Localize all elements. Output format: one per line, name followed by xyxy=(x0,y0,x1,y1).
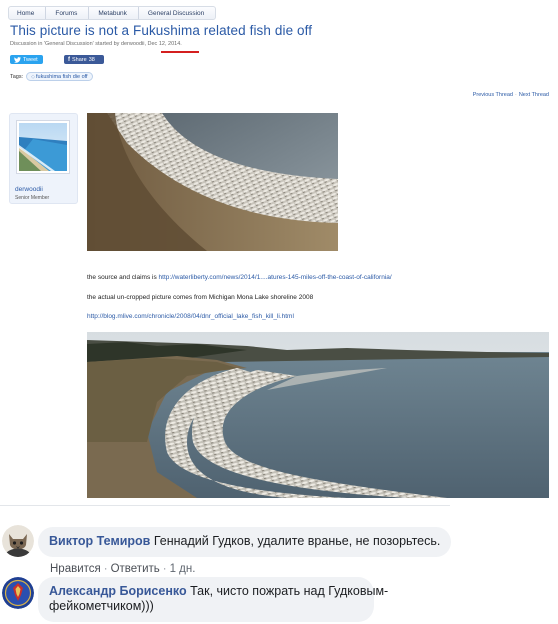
mlive-link[interactable]: http://blog.mlive.com/chronicle/2008/04/… xyxy=(87,313,294,320)
next-thread-link[interactable]: Next Thread xyxy=(519,92,549,98)
comment-text: Геннадий Гудков, удалите враньe, не позо… xyxy=(153,534,441,548)
post-author-title: Senior Member xyxy=(15,195,50,201)
breadcrumb-general-discussion[interactable]: General Discussion xyxy=(139,7,215,19)
post-author-name[interactable]: derwoodii xyxy=(15,186,43,193)
thread-meta-prefix: Discussion in 'General Discussion' start… xyxy=(10,41,146,47)
facebook-share-button[interactable]: f Share 38 xyxy=(64,55,104,64)
tweet-label: Tweet xyxy=(23,56,38,63)
date-highlight-underline xyxy=(161,51,199,53)
breadcrumb-forums[interactable]: Forums xyxy=(46,7,90,19)
source-link[interactable]: http://waterliberty.com/news/2014/1....a… xyxy=(159,274,392,281)
comment-text-line1: Так, чисто пожрать над Гудковым- xyxy=(190,584,389,598)
comment-2: Александр Борисенко Так, чисто пожрать н… xyxy=(0,573,450,624)
comment-author[interactable]: Виктор Темиров xyxy=(49,534,150,548)
tag-label: fukushima fish die off xyxy=(36,73,88,80)
post-uncropped-text: the actual un-cropped picture comes from… xyxy=(87,294,314,301)
avatar[interactable] xyxy=(2,577,34,609)
breadcrumb-home[interactable]: Home xyxy=(9,7,47,19)
tag-chip[interactable]: ◇ fukushima fish die off xyxy=(26,72,93,81)
facebook-share-count: 38 xyxy=(88,56,95,63)
previous-thread-link[interactable]: Previous Thread xyxy=(473,92,513,98)
cat-avatar-icon xyxy=(2,525,34,557)
tags-label: Tags: xyxy=(10,73,24,80)
facebook-comments: Виктор Темиров Геннадий Гудков, удалите … xyxy=(0,505,558,624)
post-source-text: the source and claims is xyxy=(87,274,159,281)
breadcrumb-metabunk[interactable]: Metabunk xyxy=(89,7,139,19)
forum-screenshot: Home Forums Metabunk General Discussion … xyxy=(0,0,558,505)
comment-author[interactable]: Александр Борисенко xyxy=(49,584,187,598)
avatar-beach-image xyxy=(19,123,67,171)
tag-icon: ◇ xyxy=(31,73,36,80)
tweet-button[interactable]: Tweet xyxy=(10,55,43,64)
tags-row: Tags: ◇ fukushima fish die off xyxy=(10,72,93,81)
comment-bubble: Александр Борисенко Так, чисто пожрать н… xyxy=(38,577,388,622)
thread-nav: Previous Thread · Next Thread xyxy=(473,92,549,98)
post-mlive-line: http://blog.mlive.com/chronicle/2008/04/… xyxy=(87,313,294,320)
share-row: Tweet f Share 38 xyxy=(10,55,104,65)
thread-title: This picture is not a Fukushima related … xyxy=(10,23,313,38)
comment-bubble: Виктор Темиров Геннадий Гудков, удалите … xyxy=(38,527,452,557)
post-author-card: derwoodii Senior Member xyxy=(9,113,78,204)
thread-date[interactable]: Dec 12, 2014. xyxy=(148,41,182,47)
post-source-line: the source and claims is http://waterlib… xyxy=(87,274,392,281)
emblem-avatar-icon xyxy=(2,577,34,609)
comment-1: Виктор Темиров Геннадий Гудков, удалите … xyxy=(0,505,452,575)
avatar[interactable] xyxy=(2,525,34,557)
fish-die-off-cropped-photo xyxy=(87,113,338,251)
thread-meta: Discussion in 'General Discussion' start… xyxy=(10,41,182,47)
avatar[interactable] xyxy=(16,120,70,174)
fish-die-off-uncropped-photo xyxy=(87,332,549,498)
facebook-f-icon: f xyxy=(68,56,70,63)
comment-text-line2: фейкометчиком))) xyxy=(49,599,154,613)
facebook-share-label: Share xyxy=(72,56,87,63)
breadcrumb: Home Forums Metabunk General Discussion xyxy=(8,6,217,20)
twitter-bird-icon xyxy=(14,56,21,63)
